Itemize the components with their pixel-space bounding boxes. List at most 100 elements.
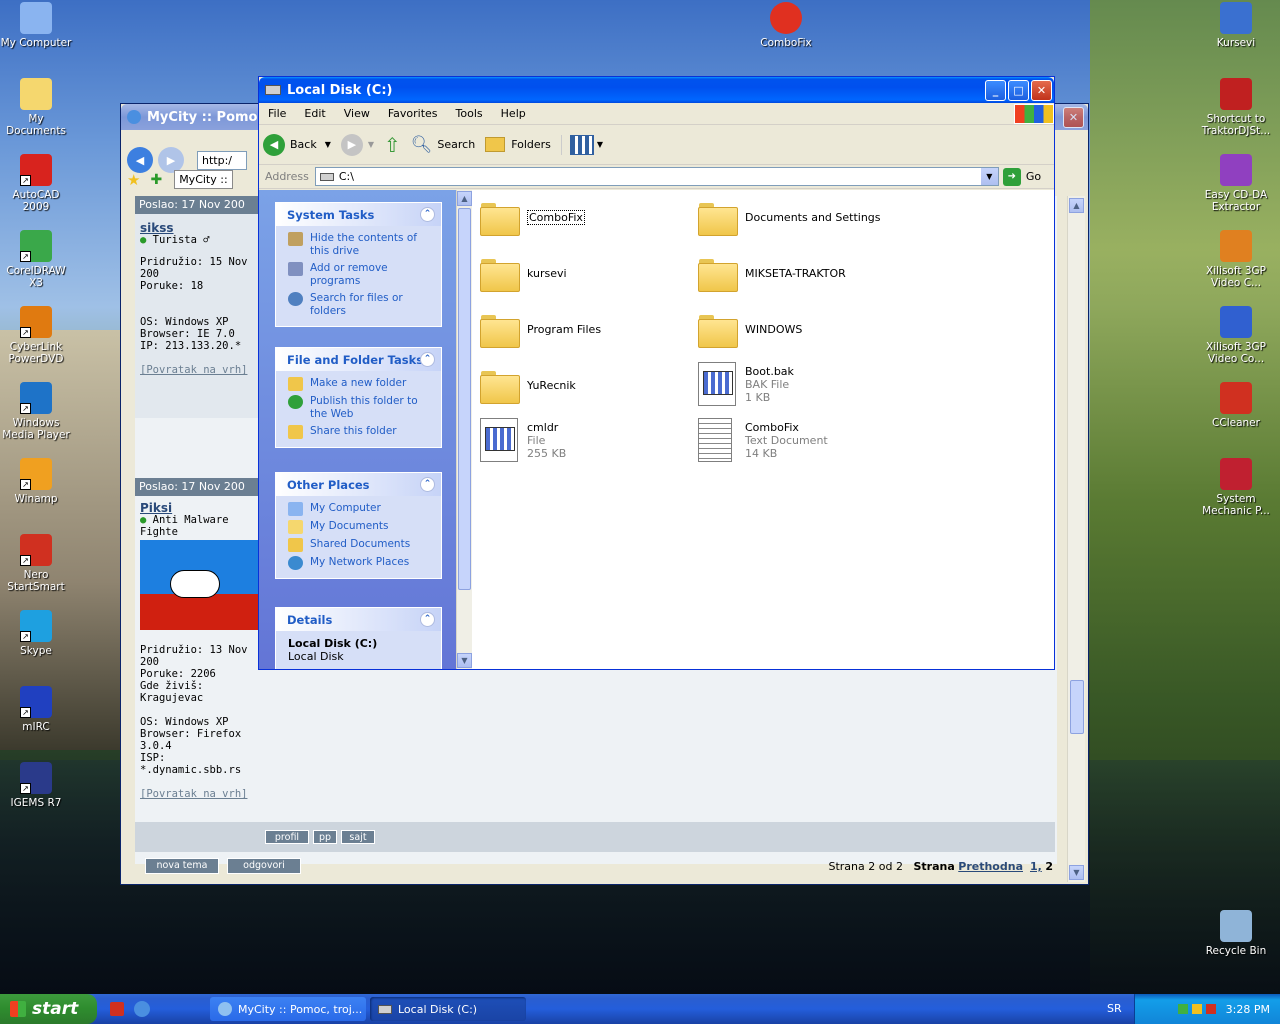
page-1-link[interactable]: 1, bbox=[1030, 860, 1042, 873]
post1-top-link[interactable]: [Povratak na vrh] bbox=[140, 364, 260, 376]
go-button[interactable]: ➜ Go bbox=[1002, 167, 1041, 186]
desktop-icon[interactable]: ↗ Nero StartSmart bbox=[0, 534, 74, 593]
scroll-down-icon[interactable]: ▼ bbox=[1069, 865, 1084, 880]
address-field[interactable]: C:\ ▼ bbox=[314, 167, 999, 186]
explorer-titlebar[interactable]: Local Disk (C:) _ □ ✕ bbox=[259, 77, 1054, 103]
post1-username[interactable]: sikss bbox=[140, 222, 260, 234]
folder-combofix[interactable]: ComboFix bbox=[480, 200, 585, 236]
scroll-thumb[interactable] bbox=[458, 208, 471, 590]
desktop-icon[interactable]: Kursevi bbox=[1198, 2, 1274, 49]
minimize-button[interactable]: _ bbox=[985, 79, 1006, 101]
my-computer-link[interactable]: My Computer bbox=[288, 502, 433, 516]
post2-top-link[interactable]: [Povratak na vrh] bbox=[140, 788, 260, 800]
clock[interactable]: 3:28 PM bbox=[1226, 1003, 1270, 1016]
desktop-icon[interactable]: My Documents bbox=[0, 78, 74, 137]
browser-address-field[interactable]: http:/ bbox=[197, 150, 247, 170]
profile-button[interactable]: profil bbox=[265, 830, 309, 844]
taskbar-item-browser[interactable]: MyCity :: Pomoc, troj... bbox=[210, 997, 366, 1021]
search-files-link[interactable]: Search for files or folders bbox=[288, 292, 433, 318]
task-pane-scrollbar[interactable]: ▲ ▼ bbox=[456, 190, 472, 669]
menu-tools[interactable]: Tools bbox=[447, 107, 492, 120]
scroll-thumb[interactable] bbox=[1070, 680, 1084, 734]
quicklaunch-icon[interactable] bbox=[110, 1002, 124, 1016]
folder-mikseta-traktor[interactable]: MIKSETA-TRAKTOR bbox=[698, 256, 846, 292]
explorer-window[interactable]: Local Disk (C:) _ □ ✕ File Edit View Fav… bbox=[258, 76, 1055, 670]
chevron-down-icon[interactable]: ▼ bbox=[325, 140, 331, 149]
forward-button[interactable]: ▶ ▼ bbox=[340, 133, 374, 156]
folders-button[interactable]: Folders bbox=[485, 137, 551, 152]
reply-button[interactable]: odgovori bbox=[227, 858, 301, 874]
post2-username[interactable]: Piksi bbox=[140, 502, 260, 514]
desktop-icon[interactable]: ↗ Windows Media Player bbox=[0, 382, 74, 441]
tray-icon[interactable] bbox=[1191, 1004, 1202, 1014]
favorites-star-icon[interactable]: ★ bbox=[127, 171, 140, 189]
folder-kursevi[interactable]: kursevi bbox=[480, 256, 567, 292]
desktop-icon[interactable]: Xilisoft 3GP Video Co... bbox=[1198, 306, 1274, 365]
menu-file[interactable]: File bbox=[259, 107, 295, 120]
desktop-icon[interactable]: ↗ mIRC bbox=[0, 686, 74, 733]
tray-icon[interactable] bbox=[1205, 1004, 1216, 1014]
desktop-icon-combofix[interactable]: ComboFix bbox=[748, 2, 824, 49]
desktop-icon[interactable]: ↗ Skype bbox=[0, 610, 74, 657]
prev-page-link[interactable]: Prethodna bbox=[958, 860, 1023, 873]
menu-edit[interactable]: Edit bbox=[295, 107, 334, 120]
network-places-link[interactable]: My Network Places bbox=[288, 556, 433, 570]
browser-close-button[interactable]: ✕ bbox=[1063, 106, 1084, 128]
website-button[interactable]: sajt bbox=[341, 830, 375, 844]
search-button[interactable]: 🔍︎ Search bbox=[411, 135, 475, 155]
desktop-icon[interactable]: CCleaner bbox=[1198, 382, 1274, 429]
add-favorite-icon[interactable]: ✚ bbox=[150, 172, 162, 188]
desktop-icon[interactable]: My Computer bbox=[0, 2, 74, 49]
folder-yurecnik[interactable]: YuRecnik bbox=[480, 368, 576, 404]
tray-icon[interactable] bbox=[1177, 1004, 1188, 1014]
share-folder-link[interactable]: Share this folder bbox=[288, 425, 433, 439]
folder-program-files[interactable]: Program Files bbox=[480, 312, 601, 348]
ie-quicklaunch-icon[interactable] bbox=[134, 1001, 150, 1017]
file-boot-bak[interactable]: Boot.bak BAK File 1 KB bbox=[698, 362, 794, 406]
collapse-icon[interactable]: ⌃ bbox=[420, 477, 435, 492]
language-indicator[interactable]: SR bbox=[1107, 1002, 1122, 1015]
scroll-up-icon[interactable]: ▲ bbox=[457, 191, 472, 206]
desktop-icon[interactable]: System Mechanic P... bbox=[1198, 458, 1274, 517]
pm-button[interactable]: pp bbox=[313, 830, 337, 844]
collapse-icon[interactable]: ⌃ bbox=[420, 207, 435, 222]
browser-tab[interactable]: MyCity :: bbox=[174, 170, 233, 189]
desktop-icon[interactable]: ↗ AutoCAD 2009 bbox=[0, 154, 74, 213]
hide-contents-link[interactable]: Hide the contents of this drive bbox=[288, 232, 433, 258]
menu-favorites[interactable]: Favorites bbox=[379, 107, 447, 120]
maximize-button[interactable]: □ bbox=[1008, 79, 1029, 101]
folder-documents-settings[interactable]: Documents and Settings bbox=[698, 200, 881, 236]
taskbar-item-explorer[interactable]: Local Disk (C:) bbox=[370, 997, 526, 1021]
my-documents-link[interactable]: My Documents bbox=[288, 520, 433, 534]
desktop-icon[interactable]: Xilisoft 3GP Video C... bbox=[1198, 230, 1274, 289]
desktop-icon[interactable]: Recycle Bin bbox=[1198, 910, 1274, 957]
desktop-icon[interactable]: ↗ Winamp bbox=[0, 458, 74, 505]
folder-windows[interactable]: WINDOWS bbox=[698, 312, 802, 348]
desktop-icon[interactable]: Easy CD-DA Extractor bbox=[1198, 154, 1274, 213]
desktop-icon[interactable]: ↗ CyberLink PowerDVD bbox=[0, 306, 74, 365]
desktop-icon[interactable]: ↗ CorelDRAW X3 bbox=[0, 230, 74, 289]
views-button[interactable]: ▼ bbox=[560, 134, 603, 155]
start-button[interactable]: start bbox=[0, 994, 97, 1024]
menu-view[interactable]: View bbox=[335, 107, 379, 120]
back-button[interactable]: ◀ Back ▼ bbox=[263, 133, 331, 156]
browser-scrollbar[interactable]: ▲ ▼ bbox=[1067, 196, 1085, 882]
combofix-icon bbox=[770, 2, 802, 34]
scroll-up-icon[interactable]: ▲ bbox=[1069, 198, 1084, 213]
desktop-icon[interactable]: ↗ IGEMS R7 bbox=[0, 762, 74, 809]
scroll-down-icon[interactable]: ▼ bbox=[457, 653, 472, 668]
collapse-icon[interactable]: ⌃ bbox=[420, 352, 435, 367]
menu-help[interactable]: Help bbox=[492, 107, 535, 120]
publish-web-link[interactable]: Publish this folder to the Web bbox=[288, 395, 433, 421]
close-button[interactable]: ✕ bbox=[1031, 79, 1052, 101]
up-folder-button[interactable]: ⇧ bbox=[384, 133, 401, 157]
file-cmldr[interactable]: cmldr File 255 KB bbox=[480, 418, 566, 462]
add-remove-programs-link[interactable]: Add or remove programs bbox=[288, 262, 433, 288]
collapse-icon[interactable]: ⌃ bbox=[420, 612, 435, 627]
desktop-icon[interactable]: Shortcut to TraktorDJSt... bbox=[1198, 78, 1274, 137]
shared-documents-link[interactable]: Shared Documents bbox=[288, 538, 433, 552]
address-dropdown-icon[interactable]: ▼ bbox=[980, 168, 998, 185]
new-topic-button[interactable]: nova tema bbox=[145, 858, 219, 874]
new-folder-link[interactable]: Make a new folder bbox=[288, 377, 433, 391]
file-combofix-txt[interactable]: ComboFix Text Document 14 KB bbox=[698, 418, 828, 462]
